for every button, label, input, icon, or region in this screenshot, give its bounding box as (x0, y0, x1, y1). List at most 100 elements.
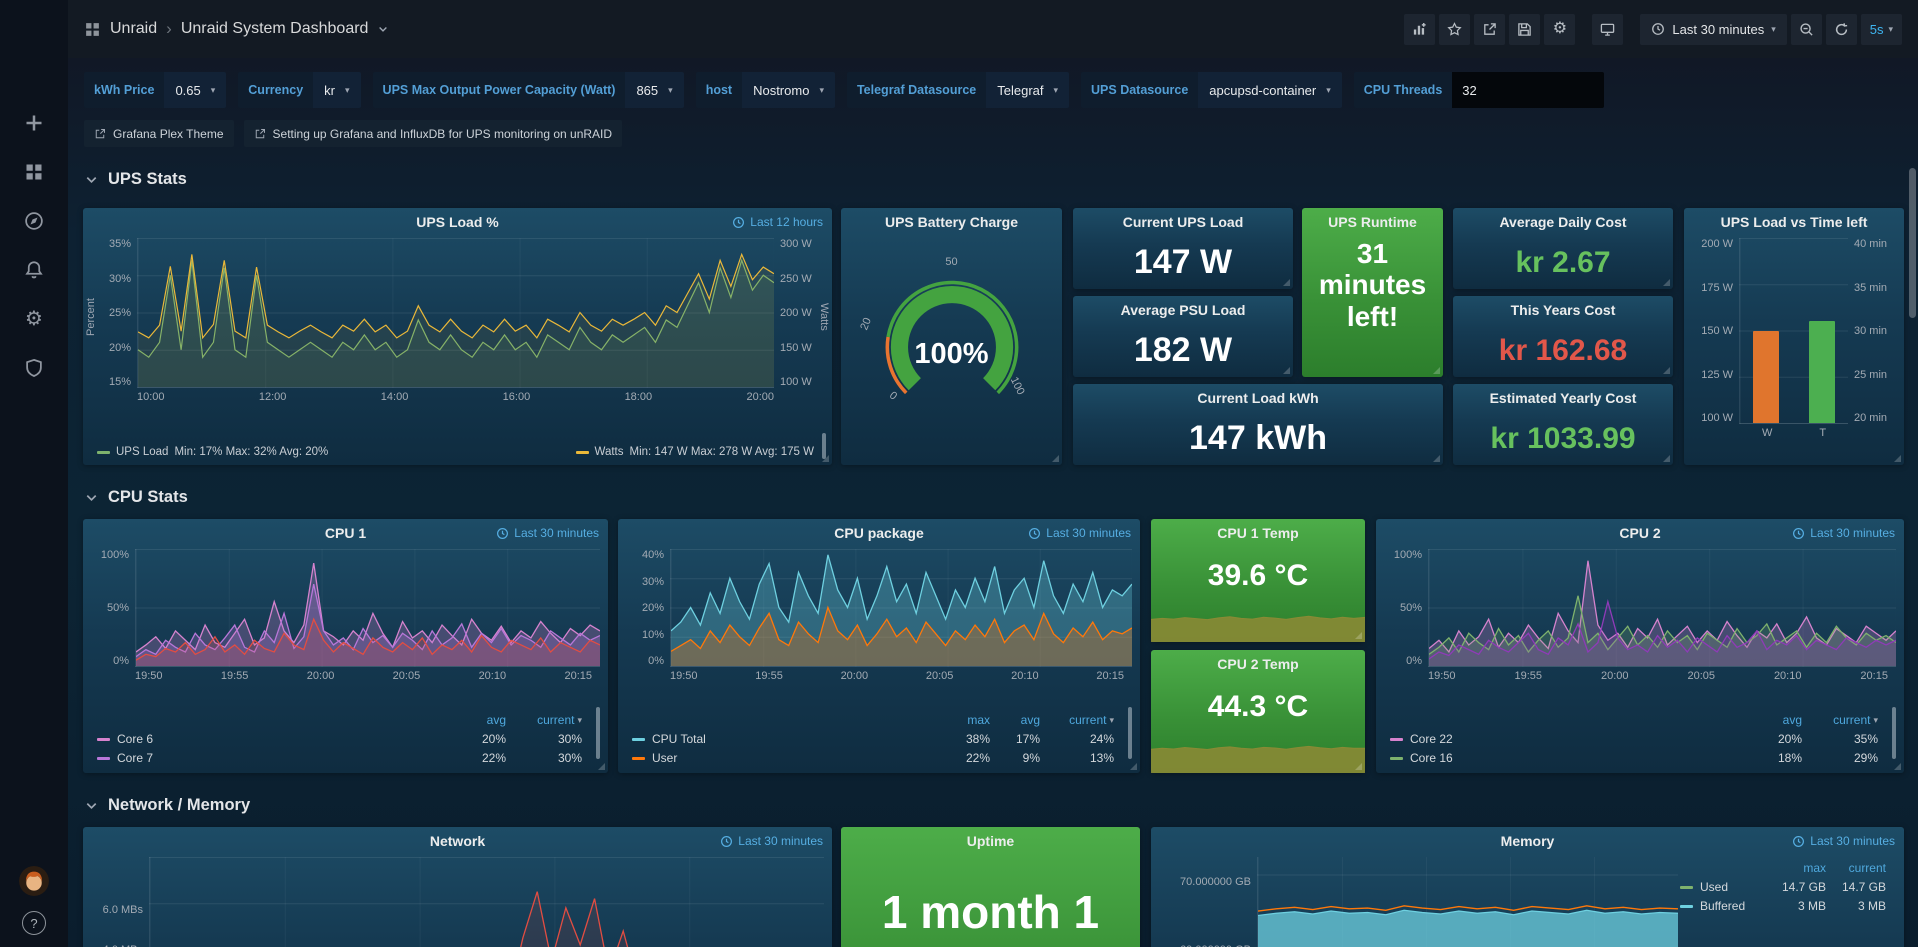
variable-value-dropdown[interactable]: Nostromo▾ (742, 72, 835, 108)
help-button[interactable]: ? (22, 911, 46, 935)
cycle-view-button[interactable] (1592, 14, 1623, 45)
sidebar-item-dashboards[interactable] (12, 152, 56, 192)
link-ups-monitoring-guide[interactable]: Setting up Grafana and InfluxDB for UPS … (244, 120, 623, 147)
legend-value: 29% (1802, 751, 1878, 765)
panel-title[interactable]: CPU package (834, 525, 923, 541)
variable-value-dropdown[interactable]: kr▾ (313, 72, 360, 108)
add-panel-button[interactable] (1404, 14, 1435, 45)
legend-header-max[interactable]: max (930, 713, 990, 727)
sidebar-menu: ⚙ (12, 103, 56, 388)
legend-series-name[interactable]: Core 6 (97, 732, 444, 746)
variable-value-dropdown[interactable]: apcupsd-container▾ (1198, 72, 1342, 108)
panel-title[interactable]: Uptime (967, 833, 1014, 849)
panel-title[interactable]: CPU 2 Temp (1217, 656, 1298, 672)
panel-title[interactable]: UPS Runtime (1328, 214, 1417, 230)
panel-time-badge: Last 30 minutes (1792, 526, 1895, 540)
chart-area[interactable] (1739, 238, 1848, 424)
axis-tick: 0% (113, 655, 129, 667)
legend-header-current[interactable]: current (1826, 861, 1886, 875)
panel-title[interactable]: Network (430, 833, 485, 849)
chart-area[interactable] (1257, 857, 1678, 947)
x-axis: 10:0012:0014:0016:0018:0020:00 (137, 391, 774, 403)
chart-area[interactable] (135, 549, 600, 667)
sidebar-item-server-admin[interactable] (12, 348, 56, 388)
section-header-network-memory[interactable]: Network / Memory (84, 796, 250, 815)
panel-title[interactable]: Average Daily Cost (1499, 214, 1626, 230)
legend-series-name[interactable]: Used (1680, 880, 1768, 894)
breadcrumb-dashboard-title[interactable]: Unraid System Dashboard (181, 20, 369, 38)
panel-title[interactable]: UPS Load vs Time left (1721, 214, 1868, 230)
legend-series-name[interactable]: Core 22 (1390, 732, 1740, 746)
legend-color-dash (1390, 757, 1403, 760)
legend-header-avg[interactable]: avg (1740, 713, 1802, 727)
user-avatar[interactable] (19, 866, 49, 896)
legend-header-avg[interactable]: avg (444, 713, 506, 727)
panel-title[interactable]: CPU 2 (1619, 525, 1660, 541)
chart-area[interactable] (137, 238, 774, 388)
x-axis: 19:5019:5520:0020:0520:1020:15 (670, 670, 1124, 682)
panel-title[interactable]: Average PSU Load (1121, 302, 1246, 318)
refresh-button[interactable] (1826, 14, 1857, 45)
sidebar-item-explore[interactable] (12, 201, 56, 241)
chevron-down-icon[interactable] (377, 23, 389, 35)
page-scrollbar[interactable] (1909, 168, 1916, 318)
time-range-picker[interactable]: Last 30 minutes ▾ (1640, 14, 1786, 45)
save-dashboard-button[interactable] (1509, 14, 1540, 45)
legend-value: 30% (506, 751, 582, 765)
refresh-interval-select[interactable]: 5s ▾ (1861, 14, 1902, 45)
section-header-ups-stats[interactable]: UPS Stats (84, 170, 187, 189)
legend-series-name[interactable]: Buffered (1680, 899, 1768, 913)
legend-series-name[interactable]: User (632, 751, 930, 765)
variable-value-dropdown[interactable]: Telegraf▾ (986, 72, 1069, 108)
legend-header-current[interactable]: current▾ (1802, 713, 1878, 727)
legend-header-avg[interactable]: avg (990, 713, 1040, 727)
axis-tick: 25 min (1854, 369, 1887, 381)
cpu-threads-input[interactable] (1452, 72, 1604, 108)
legend-scrollbar[interactable] (822, 433, 826, 459)
dashboard-settings-button[interactable]: ⚙ (1544, 14, 1575, 45)
share-dashboard-button[interactable] (1474, 14, 1505, 45)
axis-tick: 20:10 (1011, 670, 1039, 682)
legend-series-name[interactable]: Core 16 (1390, 751, 1740, 765)
legend-series-name[interactable]: Core 7 (97, 751, 444, 765)
legend-header-current[interactable]: current▾ (1040, 713, 1114, 727)
caret-down-icon: ▾ (668, 86, 673, 95)
variable-value-dropdown[interactable]: 865▾ (625, 72, 683, 108)
panel-title[interactable]: Current UPS Load (1123, 214, 1244, 230)
panel-title[interactable]: UPS Load % (416, 214, 498, 230)
axis-tick: 150 W (780, 342, 812, 354)
legend-header-max[interactable]: max (1768, 861, 1826, 875)
legend-scrollbar[interactable] (1892, 707, 1896, 759)
chart-area[interactable] (149, 857, 824, 947)
legend-header-current[interactable]: current▾ (506, 713, 582, 727)
sidebar-item-alerting[interactable] (12, 250, 56, 290)
legend-series-name[interactable]: Watts (595, 446, 624, 458)
variable-value-dropdown[interactable]: 0.65▾ (164, 72, 226, 108)
zoom-out-time-button[interactable] (1791, 14, 1822, 45)
breadcrumb-org[interactable]: Unraid (110, 20, 157, 38)
panel-title[interactable]: This Years Cost (1511, 302, 1616, 318)
gauge-value: 100% (856, 338, 1048, 371)
star-dashboard-button[interactable] (1439, 14, 1470, 45)
panel-title[interactable]: Memory (1501, 833, 1555, 849)
legend-series-name[interactable]: UPS Load (116, 446, 168, 458)
sidebar-item-create[interactable] (12, 103, 56, 143)
chart-area[interactable] (670, 549, 1132, 667)
panel-title[interactable]: CPU 1 Temp (1217, 525, 1298, 541)
panel-title[interactable]: UPS Battery Charge (885, 214, 1018, 230)
axis-tick: 19:55 (755, 670, 783, 682)
section-header-cpu-stats[interactable]: CPU Stats (84, 488, 188, 507)
legend-value: 38% (930, 732, 990, 746)
stat-value: 39.6 °C (1151, 559, 1365, 593)
sidebar-item-configuration[interactable]: ⚙ (12, 299, 56, 339)
chart-area[interactable] (1428, 549, 1896, 667)
chevron-down-icon (84, 172, 99, 187)
grafana-logo[interactable] (13, 9, 55, 51)
panel-title[interactable]: CPU 1 (325, 525, 366, 541)
legend-scrollbar[interactable] (1128, 707, 1132, 759)
legend-series-name[interactable]: CPU Total (632, 732, 930, 746)
link-grafana-plex-theme[interactable]: Grafana Plex Theme (84, 120, 234, 147)
panel-title[interactable]: Estimated Yearly Cost (1490, 390, 1637, 406)
panel-title[interactable]: Current Load kWh (1197, 390, 1318, 406)
legend-scrollbar[interactable] (596, 707, 600, 759)
